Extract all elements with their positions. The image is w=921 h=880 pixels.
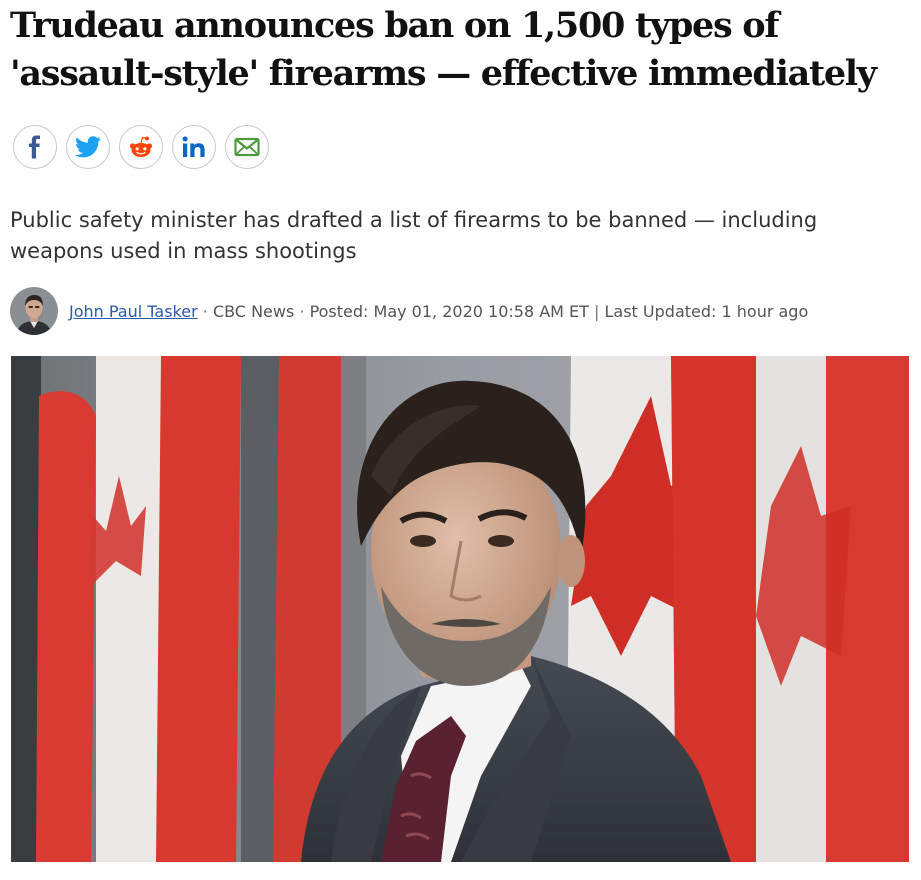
linkedin-icon — [182, 136, 205, 157]
byline-outlet: CBC News — [212, 301, 295, 321]
article-lead-image[interactable] — [11, 356, 909, 862]
byline: John Paul Tasker · CBC News · Posted: Ma… — [10, 286, 808, 336]
byline-posted-date: Posted: May 01, 2020 10:58 AM ET — [309, 301, 589, 321]
share-bar — [13, 125, 269, 171]
share-reddit-button[interactable] — [119, 125, 163, 169]
share-twitter-button[interactable] — [66, 125, 110, 169]
facebook-icon — [29, 135, 40, 159]
byline-separator: · — [197, 301, 213, 321]
share-linkedin-button[interactable] — [172, 125, 216, 169]
author-link[interactable]: John Paul Tasker — [69, 302, 198, 321]
share-email-button[interactable] — [225, 125, 269, 169]
article-dek: Public safety minister has drafted a lis… — [10, 208, 818, 263]
email-icon — [234, 137, 260, 157]
byline-divider: | — [588, 301, 605, 321]
byline-updated-date: Last Updated: 1 hour ago — [604, 301, 809, 321]
author-avatar[interactable] — [10, 287, 58, 335]
reddit-icon — [129, 136, 153, 157]
byline-meta: John Paul Tasker · CBC News · Posted: Ma… — [69, 302, 808, 321]
byline-separator: · — [294, 301, 310, 321]
share-facebook-button[interactable] — [13, 125, 57, 169]
twitter-icon — [75, 136, 101, 158]
article-headline: Trudeau announces ban on 1,500 types of … — [10, 5, 877, 94]
lead-photo — [11, 356, 909, 862]
